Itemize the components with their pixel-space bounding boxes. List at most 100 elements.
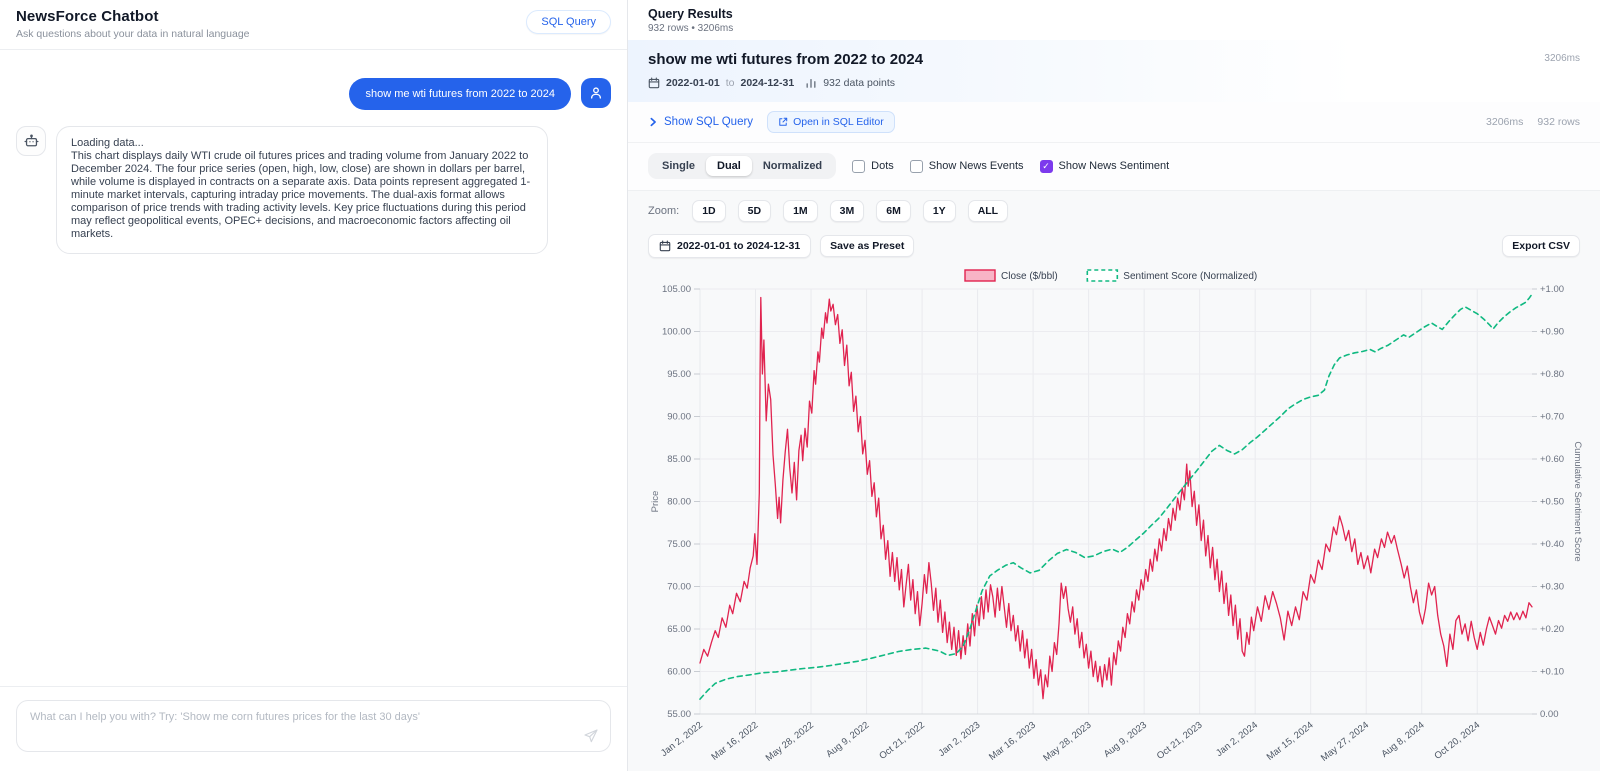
sql-query-button[interactable]: SQL Query	[526, 10, 611, 34]
y-left-tick-label: 100.00	[662, 327, 691, 338]
zoom-label: Zoom:	[648, 205, 680, 217]
assistant-message-text: This chart displays daily WTI crude oil …	[71, 150, 531, 240]
save-preset-button[interactable]: Save as Preset	[820, 235, 915, 257]
x-tick-label: May 27, 2024	[1319, 720, 1371, 764]
sql-toolbar: Show SQL Query Open in SQL Editor 3206ms…	[628, 102, 1600, 143]
legend-swatch-sentiment	[1086, 269, 1119, 282]
show-news-events-checkbox[interactable]: Show News Events	[909, 159, 1024, 173]
x-tick-label: Oct 21, 2022	[877, 720, 927, 762]
y-right-tick-label: +1.00	[1540, 284, 1564, 295]
x-tick-label: May 28, 2023	[1041, 720, 1093, 764]
y-left-tick-label: 80.00	[667, 497, 691, 508]
chat-input-area	[0, 686, 627, 771]
y-right-tick-label: +0.60	[1540, 454, 1564, 465]
zoom-6m-button[interactable]: 6M	[876, 200, 911, 222]
date-to: 2024-12-31	[740, 77, 795, 89]
calendar-icon	[648, 77, 660, 89]
zoom-buttons: 1D 5D 1M 3M 6M 1Y ALL	[692, 200, 1009, 222]
legend-label: Close ($/bbl)	[1001, 271, 1058, 282]
to-label: to	[725, 77, 735, 89]
export-csv-button[interactable]: Export CSV	[1502, 235, 1580, 257]
y-left-tick-label: 70.00	[667, 582, 691, 593]
user-avatar	[581, 78, 611, 108]
chat-input[interactable]	[16, 700, 611, 752]
y-left-tick-label: 75.00	[667, 539, 691, 550]
show-news-sentiment-checkbox[interactable]: ✓ Show News Sentiment	[1039, 159, 1170, 173]
calendar-icon	[659, 240, 671, 252]
x-tick-label: Aug 9, 2023	[1102, 720, 1149, 760]
loading-text: Loading data...	[71, 137, 144, 149]
date-range-button[interactable]: 2022-01-01 to 2024-12-31	[648, 234, 812, 258]
chart-controls-row: Single Dual Normalized Dots Show News Event…	[628, 143, 1600, 191]
show-sql-query-toggle[interactable]: Show SQL Query	[648, 116, 753, 128]
y-right-tick-label: 0.00	[1540, 709, 1559, 720]
elapsed-time: 3206ms	[1486, 116, 1524, 128]
x-tick-label: Jan 2, 2024	[1214, 720, 1260, 759]
chart-legend: Close ($/bbl) Sentiment Score (Normalized…	[964, 269, 1257, 282]
bar-chart-icon	[806, 79, 816, 88]
checkbox-label: Dots	[871, 160, 894, 172]
y-right-tick-label: +0.50	[1540, 497, 1564, 508]
zoom-all-button[interactable]: ALL	[967, 200, 1009, 222]
checkbox-label: Show News Sentiment	[1058, 160, 1170, 172]
y-left-axis-title: Price	[650, 491, 661, 513]
zoom-1m-button[interactable]: 1M	[783, 200, 818, 222]
data-points-label: 932 data points	[823, 77, 896, 89]
y-left-tick-label: 90.00	[667, 412, 691, 423]
zoom-1y-button[interactable]: 1Y	[922, 200, 956, 222]
zoom-controls-row: Zoom: 1D 5D 1M 3M 6M 1Y ALL	[628, 191, 1600, 227]
date-range-row: 2022-01-01 to 2024-12-31 Save as Preset …	[628, 227, 1600, 267]
x-tick-label: Aug 8, 2024	[1379, 720, 1426, 760]
checkbox-box[interactable]	[852, 159, 866, 173]
robot-icon	[23, 133, 39, 146]
view-mode-segmented-control: Single Dual Normalized	[648, 153, 837, 179]
y-right-tick-label: +0.70	[1540, 412, 1564, 423]
checkbox-box[interactable]: ✓	[1039, 159, 1053, 173]
assistant-message-row: Loading data... This chart displays dail…	[16, 126, 611, 254]
y-right-tick-label: +0.90	[1540, 327, 1564, 338]
price-sentiment-chart: Jan 2, 2022 Mar 16, 2022 May 28, 2022 Aug 9…	[650, 269, 1583, 764]
y-left-tick-label: 60.00	[667, 667, 691, 678]
app-root: NewsForce Chatbot Ask questions about yo…	[0, 0, 1600, 771]
chatbot-panel: NewsForce Chatbot Ask questions about yo…	[0, 0, 628, 771]
results-meta: 932 rows • 3206ms	[648, 23, 734, 34]
y-left-tick-label: 55.00	[667, 709, 691, 720]
y-left-tick-label: 65.00	[667, 624, 691, 635]
dots-checkbox[interactable]: Dots	[852, 159, 894, 173]
legend-label: Sentiment Score (Normalized)	[1123, 271, 1257, 282]
x-tick-label: May 28, 2022	[764, 720, 816, 764]
y-right-axis-title: Cumulative Sentiment Score	[1572, 441, 1583, 561]
send-icon[interactable]	[583, 728, 599, 749]
view-mode-dual[interactable]: Dual	[706, 156, 752, 176]
row-count: 932 rows	[1537, 116, 1580, 128]
x-tick-label: Oct 21, 2023	[1155, 720, 1205, 762]
app-title: NewsForce Chatbot	[16, 8, 159, 25]
y-left-tick-label: 95.00	[667, 369, 691, 380]
chevron-right-icon	[650, 117, 656, 127]
zoom-5d-button[interactable]: 5D	[737, 200, 772, 222]
user-message-row: show me wti futures from 2022 to 2024	[16, 78, 611, 110]
chat-message-list: show me wti futures from 2022 to 2024 Lo…	[0, 50, 627, 686]
x-tick-label: Jan 2, 2022	[659, 720, 705, 759]
y-left-tick-label: 85.00	[667, 454, 691, 465]
view-mode-normalized[interactable]: Normalized	[752, 156, 833, 176]
app-subtitle: Ask questions about your data in natural…	[16, 28, 250, 40]
checkbox-label: Show News Events	[928, 160, 1024, 172]
checkbox-box[interactable]	[909, 159, 923, 173]
sentiment-line	[699, 293, 1533, 700]
date-from: 2022-01-01	[666, 77, 720, 89]
bot-avatar	[16, 126, 46, 156]
open-sql-editor-button[interactable]: Open in SQL Editor	[767, 111, 895, 133]
legend-swatch-close	[964, 269, 996, 282]
zoom-1d-button[interactable]: 1D	[692, 200, 726, 222]
x-tick-label: Jan 2, 2023	[937, 720, 983, 759]
user-message-bubble: show me wti futures from 2022 to 2024	[349, 78, 571, 110]
view-mode-single[interactable]: Single	[651, 156, 706, 176]
zoom-3m-button[interactable]: 3M	[829, 200, 865, 222]
y-right-tick-label: +0.40	[1540, 539, 1564, 550]
person-icon	[591, 87, 601, 99]
close-price-line	[699, 296, 1533, 700]
x-tick-label: Mar 15, 2024	[1265, 720, 1316, 763]
x-tick-label: Mar 16, 2023	[987, 720, 1038, 763]
x-tick-label: Oct 20, 2024	[1432, 720, 1482, 762]
